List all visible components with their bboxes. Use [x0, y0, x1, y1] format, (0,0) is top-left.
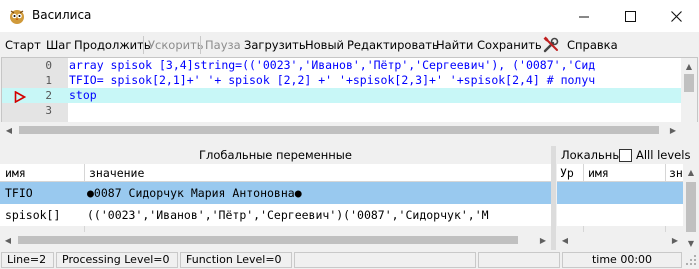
code-editor[interactable]: 0 array spisok [3,4]string=(('0023','Ива… — [1, 57, 698, 123]
title-bar: Василиса — [0, 0, 699, 32]
menu-new[interactable]: Новый — [305, 38, 344, 52]
scroll-right-icon[interactable]: ▶ — [535, 232, 551, 248]
variable-value: (('0023','Иванов','Пётр','Сергеевич')('0… — [87, 208, 489, 222]
code-text: TFIO= spisok[2,1]+' '+ spisok [2,2] +' '… — [69, 73, 596, 87]
menu-separator — [143, 36, 144, 54]
menu-separator — [200, 36, 201, 54]
resize-grip-icon[interactable] — [686, 255, 697, 266]
scroll-right-icon[interactable]: ▶ — [665, 122, 681, 138]
menu-help[interactable]: Справка — [567, 38, 618, 52]
variable-name: spisok[] — [5, 208, 61, 222]
status-processing-level: Processing Level=0 — [56, 252, 178, 268]
current-code-line[interactable]: 2 stop — [2, 88, 682, 103]
column-header-name[interactable]: имя — [588, 166, 609, 180]
line-number: 1 — [45, 74, 52, 87]
menu-find[interactable]: Найти — [436, 38, 473, 52]
minimize-icon — [578, 16, 589, 17]
scroll-left-icon[interactable]: ◀ — [557, 232, 573, 248]
locals-panel-divider[interactable] — [551, 146, 556, 250]
scroll-thumb[interactable] — [684, 74, 694, 92]
all-levels-checkbox[interactable] — [619, 149, 632, 162]
menu-load[interactable]: Загрузить — [244, 38, 306, 52]
column-header-value[interactable]: значение — [89, 166, 144, 180]
scroll-thumb[interactable] — [18, 236, 518, 244]
locals-row[interactable] — [557, 204, 685, 226]
scroll-left-icon[interactable]: ◀ — [1, 122, 17, 138]
scroll-up-icon[interactable]: ▲ — [683, 164, 699, 180]
scroll-left-icon[interactable]: ◀ — [0, 232, 16, 248]
tools-icon[interactable] — [542, 36, 560, 54]
scroll-right-icon[interactable]: ▶ — [667, 232, 683, 248]
menu-continue[interactable]: Продолжить — [74, 38, 151, 52]
code-line[interactable]: 0 array spisok [3,4]string=(('0023','Ива… — [2, 58, 682, 73]
globals-row[interactable]: spisok[] (('0023','Иванов','Пётр','Серге… — [0, 204, 551, 226]
locals-horizontal-scrollbar[interactable]: ◀ ▶ — [557, 232, 683, 248]
code-line[interactable]: 1 TFIO= spisok[2,1]+' '+ spisok [2,2] +'… — [2, 73, 682, 88]
panel-splitter[interactable] — [0, 139, 699, 145]
menu-save[interactable]: Сохранить — [477, 38, 542, 52]
close-icon — [670, 10, 682, 22]
line-number: 3 — [45, 104, 52, 117]
scroll-thumb[interactable] — [686, 182, 696, 232]
locals-vertical-scrollbar[interactable]: ▲ ▼ — [683, 164, 699, 251]
editor-horizontal-scrollbar[interactable]: ◀ ▶ — [1, 122, 698, 138]
locals-panel-label: Локальны — [561, 148, 622, 162]
globals-grid-header: имя значение — [0, 164, 551, 182]
column-header-level[interactable]: Ур — [560, 166, 574, 180]
code-line[interactable]: 3 — [2, 103, 682, 118]
execution-pointer-icon — [14, 91, 26, 103]
menu-speed-up[interactable]: Ускорить — [148, 38, 204, 52]
globals-horizontal-scrollbar[interactable]: ◀ ▶ — [0, 232, 551, 248]
all-levels-label: Alll levels — [636, 148, 691, 162]
status-line: Line=2 — [1, 252, 54, 268]
status-time: time 00:00 — [562, 252, 682, 268]
globals-panel-title: Глобальные переменные — [0, 146, 551, 164]
status-bar: Line=2 Processing Level=0 Function Level… — [0, 251, 699, 269]
editor-vertical-scrollbar[interactable]: ▲ — [681, 58, 697, 122]
minimize-button[interactable] — [561, 0, 607, 32]
variable-name: TFIO — [5, 186, 33, 200]
locals-row-selected[interactable] — [557, 182, 685, 204]
status-function-level: Function Level=0 — [180, 252, 292, 268]
window-title: Василиса — [32, 8, 92, 22]
status-empty — [294, 252, 476, 268]
scroll-down-icon[interactable]: ▼ — [683, 235, 699, 251]
menu-bar: Старт Шаг Продолжить Ускорить Пауза Загр… — [0, 33, 699, 57]
column-header-name[interactable]: имя — [5, 166, 26, 180]
menu-start[interactable]: Старт — [5, 38, 41, 52]
line-number: 0 — [45, 59, 52, 72]
code-text: stop — [69, 88, 97, 102]
scroll-thumb[interactable] — [19, 126, 659, 134]
scroll-up-icon[interactable]: ▲ — [681, 58, 697, 74]
globals-row-selected[interactable]: TFIO ●0087 Сидорчук Мария Антоновна● — [0, 182, 551, 204]
variable-value: ●0087 Сидорчук Мария Антоновна● — [87, 186, 302, 200]
maximize-button[interactable] — [607, 0, 653, 32]
status-empty — [478, 252, 560, 268]
menu-edit[interactable]: Редактировать — [347, 38, 439, 52]
code-text: array spisok [3,4]string=(('0023','Ивано… — [69, 58, 596, 72]
maximize-icon — [624, 10, 636, 22]
app-owl-icon — [10, 10, 24, 24]
menu-pause[interactable]: Пауза — [205, 38, 241, 52]
close-button[interactable] — [653, 0, 699, 32]
line-number: 2 — [45, 89, 52, 102]
menu-step[interactable]: Шаг — [46, 38, 71, 52]
